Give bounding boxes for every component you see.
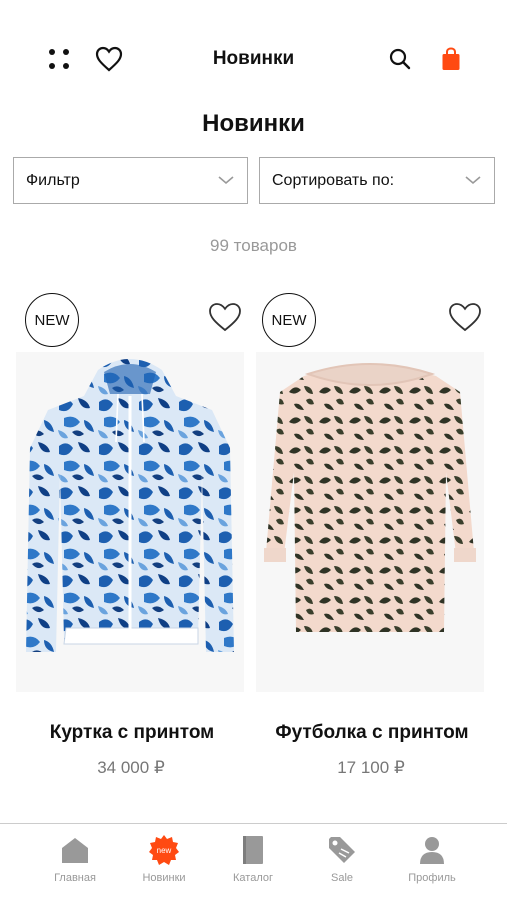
bottom-tab-bar: Главная new Новинки Каталог Sale Профиль	[0, 823, 507, 900]
product-price: 34 000 ₽	[97, 758, 165, 777]
page-title: Новинки	[202, 110, 305, 137]
product-card[interactable]: NEW Футболка с принтом 17 100 ₽	[252, 290, 490, 790]
new-badge-icon: new	[148, 834, 180, 866]
home-icon	[59, 834, 91, 866]
tab-label: Sale	[330, 872, 354, 884]
chevron-down-icon	[217, 173, 235, 192]
product-price: 17 100 ₽	[337, 758, 405, 777]
search-icon[interactable]	[385, 44, 415, 74]
product-card[interactable]: NEW Куртка с принтом 34 000 ₽	[12, 290, 250, 790]
tab-sale[interactable]: Sale	[297, 834, 387, 896]
product-image[interactable]	[256, 352, 484, 692]
product-image[interactable]	[16, 352, 244, 692]
top-bar: Новинки	[0, 30, 507, 90]
product-count: 99 товаров	[210, 236, 297, 255]
new-badge: NEW	[25, 293, 79, 347]
profile-icon	[416, 834, 448, 866]
tab-home[interactable]: Главная	[30, 834, 120, 896]
chevron-down-icon	[464, 173, 482, 192]
sort-dropdown[interactable]: Сортировать по:	[259, 157, 495, 204]
header-title: Новинки	[212, 48, 295, 69]
tab-profile[interactable]: Профиль	[387, 834, 477, 896]
tab-catalog[interactable]: Каталог	[208, 834, 298, 896]
catalog-book-icon	[237, 834, 269, 866]
tab-label: Новинки	[142, 872, 186, 884]
sale-tag-icon	[326, 834, 358, 866]
favorite-heart-icon[interactable]	[448, 302, 482, 334]
tab-label: Главная	[54, 872, 96, 884]
new-badge: NEW	[262, 293, 316, 347]
filter-label: Фильтр	[26, 171, 80, 189]
bag-icon[interactable]	[436, 44, 466, 74]
sort-label: Сортировать по:	[272, 171, 395, 189]
product-name[interactable]: Футболка с принтом	[232, 722, 507, 744]
tab-new[interactable]: new Новинки	[119, 834, 209, 896]
tab-label: Каталог	[233, 872, 273, 884]
svg-text:new: new	[157, 846, 172, 855]
tab-label: Профиль	[408, 872, 456, 884]
favorite-heart-icon[interactable]	[208, 302, 242, 334]
filter-dropdown[interactable]: Фильтр	[13, 157, 248, 204]
